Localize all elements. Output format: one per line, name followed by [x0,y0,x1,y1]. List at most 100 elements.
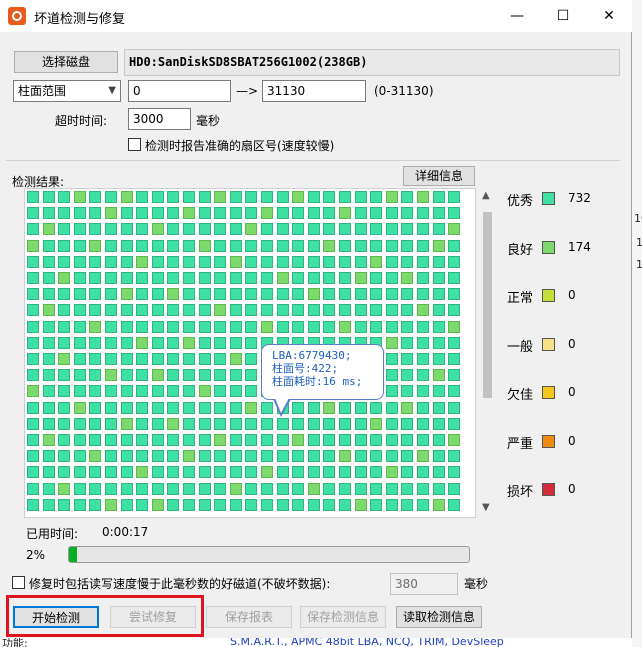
close-button[interactable]: ✕ [586,0,632,32]
sector-cell[interactable] [448,353,461,365]
sector-cell[interactable] [323,304,336,317]
sector-cell[interactable] [229,191,242,203]
sector-cell[interactable] [229,450,242,463]
sector-cell[interactable] [417,369,429,382]
sector-cell[interactable] [27,288,39,301]
sector-cell[interactable] [417,417,429,430]
sector-cell[interactable] [307,239,320,252]
sector-cell[interactable] [323,450,336,463]
sector-cell[interactable] [417,482,429,495]
sector-cell[interactable] [401,272,414,284]
sector-cell[interactable] [120,369,133,382]
sector-cell[interactable] [214,336,227,349]
sector-cell[interactable] [385,482,398,495]
sector-cell[interactable] [42,304,55,317]
sector-cell[interactable] [385,223,398,236]
sector-cell[interactable] [229,255,242,268]
sector-cell[interactable] [120,288,133,301]
sector-cell[interactable] [136,191,149,203]
sector-cell[interactable] [183,207,195,220]
sector-cell[interactable] [58,498,71,511]
sector-cell[interactable] [432,353,445,365]
sector-cell[interactable] [151,401,164,414]
sector-cell[interactable] [73,466,86,479]
sector-cell[interactable] [370,255,383,268]
sector-cell[interactable] [432,482,445,495]
sector-cell[interactable] [229,434,242,446]
sector-cell[interactable] [151,320,164,333]
range-to-input[interactable]: 31130 [262,80,366,102]
sector-cell[interactable] [339,434,351,446]
sector-cell[interactable] [354,320,367,333]
sector-cell[interactable] [214,223,227,236]
sector-cell[interactable] [105,401,117,414]
sector-cell[interactable] [120,401,133,414]
sector-cell[interactable] [27,434,39,446]
sector-cell[interactable] [167,336,180,349]
sector-cell[interactable] [276,304,289,317]
sector-cell[interactable] [42,401,55,414]
scroll-thumb[interactable] [483,212,492,398]
sector-cell[interactable] [354,255,367,268]
sector-cell[interactable] [276,498,289,511]
sector-cell[interactable] [448,369,461,382]
sector-cell[interactable] [432,385,445,398]
sector-cell[interactable] [370,417,383,430]
sector-cell[interactable] [432,450,445,463]
sector-cell[interactable] [183,482,195,495]
sector-cell[interactable] [198,288,211,301]
sector-cell[interactable] [42,434,55,446]
sector-cell[interactable] [183,304,195,317]
sector-cell[interactable] [385,255,398,268]
sector-cell[interactable] [42,369,55,382]
sector-cell[interactable] [401,498,414,511]
sector-cell[interactable] [417,336,429,349]
sector-cell[interactable] [105,434,117,446]
sector-cell[interactable] [89,498,102,511]
sector-cell[interactable] [198,239,211,252]
sector-cell[interactable] [276,320,289,333]
sector-cell[interactable] [417,466,429,479]
sector-cell[interactable] [183,417,195,430]
sector-cell[interactable] [214,353,227,365]
sector-cell[interactable] [432,288,445,301]
sector-cell[interactable] [323,320,336,333]
sector-cell[interactable] [27,304,39,317]
sector-cell[interactable] [183,434,195,446]
sector-cell[interactable] [73,450,86,463]
sector-cell[interactable] [183,320,195,333]
sector-cell[interactable] [307,288,320,301]
sector-cell[interactable] [136,336,149,349]
sector-cell[interactable] [58,239,71,252]
sector-cell[interactable] [354,466,367,479]
sector-cell[interactable] [323,466,336,479]
sector-cell[interactable] [276,272,289,284]
sector-cell[interactable] [27,466,39,479]
sector-cell[interactable] [385,320,398,333]
sector-cell[interactable] [214,434,227,446]
sector-cell[interactable] [73,239,86,252]
sector-cell[interactable] [229,336,242,349]
sector-cell[interactable] [73,336,86,349]
range-from-input[interactable]: 0 [128,80,231,102]
sector-cell[interactable] [401,255,414,268]
sector-cell[interactable] [385,336,398,349]
sector-cell[interactable] [417,239,429,252]
sector-cell[interactable] [105,239,117,252]
sector-cell[interactable] [214,466,227,479]
sector-cell[interactable] [276,223,289,236]
sector-cell[interactable] [42,498,55,511]
sector-cell[interactable] [42,239,55,252]
sector-cell[interactable] [151,288,164,301]
sector-cell[interactable] [276,191,289,203]
sector-cell[interactable] [245,288,258,301]
sector-cell[interactable] [105,417,117,430]
sector-cell[interactable] [401,450,414,463]
sector-cell[interactable] [229,369,242,382]
sector-cell[interactable] [261,272,273,284]
sector-cell[interactable] [167,353,180,365]
sector-cell[interactable] [73,434,86,446]
sector-cell[interactable] [448,207,461,220]
sector-cell[interactable] [58,272,71,284]
sector-cell[interactable] [105,304,117,317]
